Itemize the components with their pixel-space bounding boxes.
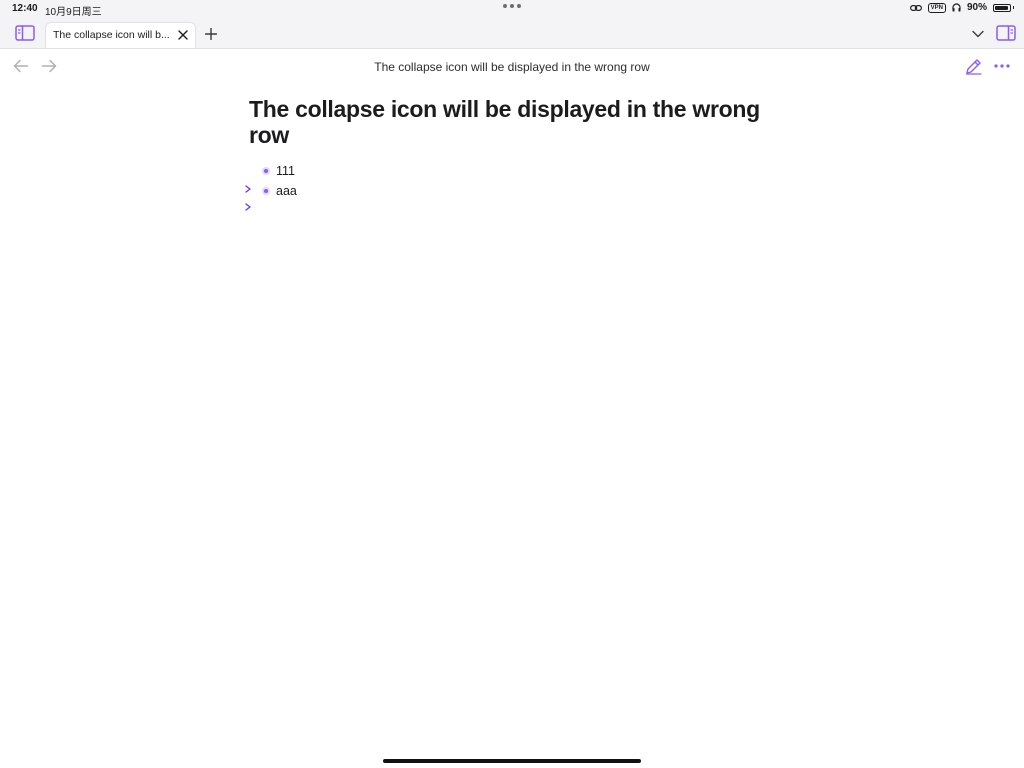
battery-tip xyxy=(1013,6,1014,9)
battery-percent: 90% xyxy=(966,2,987,13)
note-title[interactable]: The collapse icon will be displayed in t… xyxy=(249,96,769,148)
tab-title: The collapse icon will b... xyxy=(53,29,170,41)
tab-list-button[interactable] xyxy=(971,27,985,41)
battery-icon xyxy=(993,3,1011,12)
multitasking-dots-icon[interactable] xyxy=(503,4,521,8)
plus-icon xyxy=(205,28,217,40)
chevron-right-icon xyxy=(245,185,251,193)
battery-fill xyxy=(995,5,1008,10)
more-horizontal-icon xyxy=(994,64,1010,68)
tab-strip: The collapse icon will b... xyxy=(0,18,1024,49)
link-icon xyxy=(909,4,922,11)
app-window: 12:40 10月9日周三 VPN 90% The collapse icon … xyxy=(0,0,1024,768)
more-options-button[interactable] xyxy=(993,61,1011,71)
headphones-icon xyxy=(952,3,961,12)
close-tab-button[interactable] xyxy=(177,29,189,41)
empty-row[interactable] xyxy=(245,201,769,221)
note-header: The collapse icon will be displayed in t… xyxy=(0,49,1024,85)
list-item-text[interactable]: aaa xyxy=(276,184,297,198)
note-title-header: The collapse icon will be displayed in t… xyxy=(374,60,650,74)
close-icon xyxy=(178,30,188,40)
sidebar-left-icon xyxy=(15,25,35,41)
new-tab-button[interactable] xyxy=(204,27,218,41)
chevron-down-icon xyxy=(972,30,984,38)
note-editor[interactable]: The collapse icon will be displayed in t… xyxy=(245,96,769,221)
status-time: 12:40 xyxy=(12,3,38,14)
sidebar-toggle-button[interactable] xyxy=(14,24,36,42)
status-indicators: VPN 90% xyxy=(909,2,1014,13)
bullet-dot-icon[interactable] xyxy=(264,169,268,173)
tab-active[interactable]: The collapse icon will b... xyxy=(45,22,196,48)
list-item[interactable]: aaa xyxy=(245,181,769,201)
edit-button[interactable] xyxy=(964,57,982,75)
pencil-icon xyxy=(965,58,982,75)
sidebar-right-icon xyxy=(996,25,1016,41)
bullet-dot-icon[interactable] xyxy=(264,189,268,193)
status-bar: 12:40 10月9日周三 VPN 90% xyxy=(0,0,1024,18)
list-item[interactable]: 111 xyxy=(249,161,769,181)
right-panel-toggle-button[interactable] xyxy=(995,24,1017,42)
list-item-text[interactable]: 111 xyxy=(276,164,295,178)
status-date: 10月9日周三 xyxy=(45,7,102,18)
chevron-right-icon xyxy=(245,203,251,211)
home-indicator[interactable] xyxy=(383,759,641,763)
vpn-badge: VPN xyxy=(927,2,946,13)
collapse-toggle[interactable] xyxy=(243,202,253,212)
bullet-list: 111 aaa xyxy=(245,161,769,221)
collapse-toggle[interactable] xyxy=(243,184,253,194)
